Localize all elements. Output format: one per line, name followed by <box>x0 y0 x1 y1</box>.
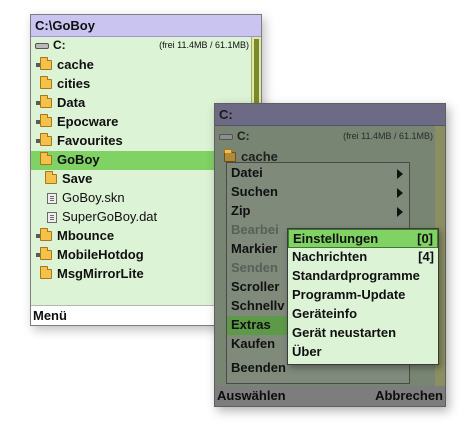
menu-item-label: Markier <box>231 241 278 256</box>
drive-free-space: (frei 11.4MB / 61.1MB) <box>159 40 249 50</box>
menu-item-shortcut: [0] <box>417 231 433 246</box>
menu-item-shortcut: [4] <box>418 249 434 264</box>
folder-icon <box>224 149 236 162</box>
select-softkey[interactable]: Auswählen <box>217 388 286 403</box>
file-icon <box>47 212 57 223</box>
list-item[interactable]: cache <box>31 56 253 75</box>
menu-item-label: Senden <box>231 260 278 275</box>
drive-label: C: <box>237 129 250 143</box>
list-item-label: cache <box>57 57 94 72</box>
menu-item-label: Extras <box>231 317 271 332</box>
menu-item-label: Standardprogramme <box>292 268 420 283</box>
list-item-label: GoBoy.skn <box>62 190 125 205</box>
folder-icon <box>40 57 52 70</box>
drive-free-space: (frei 11.4MB / 61.1MB) <box>343 131 433 141</box>
folder-icon <box>40 247 52 260</box>
softkey-bar: Auswählen Abbrechen <box>215 386 445 406</box>
list-item-label: Save <box>62 171 93 186</box>
menu-item-label: Schnellv <box>231 298 285 313</box>
menu-item-label: Beenden <box>231 360 286 375</box>
menu-item-label: Bearbei <box>231 222 279 237</box>
drive-row[interactable]: C: (frei 11.4MB / 61.1MB) <box>31 37 253 56</box>
folder-icon <box>45 171 57 184</box>
list-item-label: MsgMirrorLite <box>57 266 144 281</box>
folder-icon <box>40 114 52 127</box>
menu-item-geraeteinfo[interactable]: Geräteinfo <box>288 305 438 324</box>
submenu-arrow-icon <box>397 207 403 217</box>
menu-item-label: Programm-Update <box>292 287 406 302</box>
menu-item-label: Suchen <box>231 184 278 199</box>
list-item[interactable]: cities <box>31 75 253 94</box>
left-softkey[interactable]: Menü <box>33 308 67 323</box>
menu-item-programm-update[interactable]: Programm-Update <box>288 286 438 305</box>
drive-icon <box>219 134 233 140</box>
list-item-label: Data <box>57 95 86 110</box>
menu-item-label: Geräteinfo <box>292 306 358 321</box>
path-title: C:\GoBoy <box>35 18 95 33</box>
list-item-label: cities <box>57 76 91 91</box>
folder-icon <box>40 266 52 279</box>
menu-item-standardprogramme[interactable]: Standardprogramme <box>288 267 438 286</box>
menu-item-suchen[interactable]: Suchen <box>227 183 409 202</box>
menu-item-label: Einstellungen <box>293 231 379 246</box>
menu-item-label: Zip <box>231 203 251 218</box>
list-item-label: Mbounce <box>57 228 115 243</box>
title-bar: C:\GoBoy <box>31 15 261 37</box>
menu-item-zip[interactable]: Zip <box>227 202 409 221</box>
cancel-softkey[interactable]: Abbrechen <box>375 388 443 403</box>
list-item-label: Epocware <box>57 114 119 129</box>
title-bar: C: <box>215 104 445 126</box>
drive-icon <box>35 43 49 49</box>
menu-item-nachrichten[interactable]: Nachrichten [4] <box>288 248 438 267</box>
list-item-label: GoBoy <box>57 152 100 167</box>
menu-item-label: Datei <box>231 165 263 180</box>
menu-item-label: Kaufen <box>231 336 276 351</box>
menu-item-geraet-neustarten[interactable]: Gerät neustarten <box>288 324 438 343</box>
submenu-arrow-icon <box>397 188 403 198</box>
menu-item-ueber[interactable]: Über <box>288 343 438 362</box>
submenu-arrow-icon <box>397 169 403 179</box>
extras-submenu: Einstellungen [0] Nachrichten [4] Standa… <box>287 228 439 365</box>
menu-item-label: Scroller <box>231 279 280 294</box>
list-item-label: MobileHotdog <box>57 247 144 262</box>
menu-item-label: Gerät neustarten <box>292 325 397 340</box>
file-icon <box>47 193 57 204</box>
list-item-label: Favourites <box>57 133 123 148</box>
folder-icon <box>40 76 52 89</box>
drive-label: C: <box>53 38 66 52</box>
folder-icon <box>40 95 52 108</box>
list-item-label: SuperGoBoy.dat <box>62 209 158 224</box>
menu-item-datei[interactable]: Datei <box>227 164 409 183</box>
menu-item-einstellungen[interactable]: Einstellungen [0] <box>288 229 438 248</box>
menu-item-label: Nachrichten <box>292 249 368 264</box>
drive-row[interactable]: C: (frei 11.4MB / 61.1MB) <box>215 128 437 147</box>
menu-item-label: Über <box>292 344 322 359</box>
path-title: C: <box>219 107 233 122</box>
folder-icon <box>40 133 52 146</box>
folder-open-icon <box>40 152 52 165</box>
folder-icon <box>40 228 52 241</box>
